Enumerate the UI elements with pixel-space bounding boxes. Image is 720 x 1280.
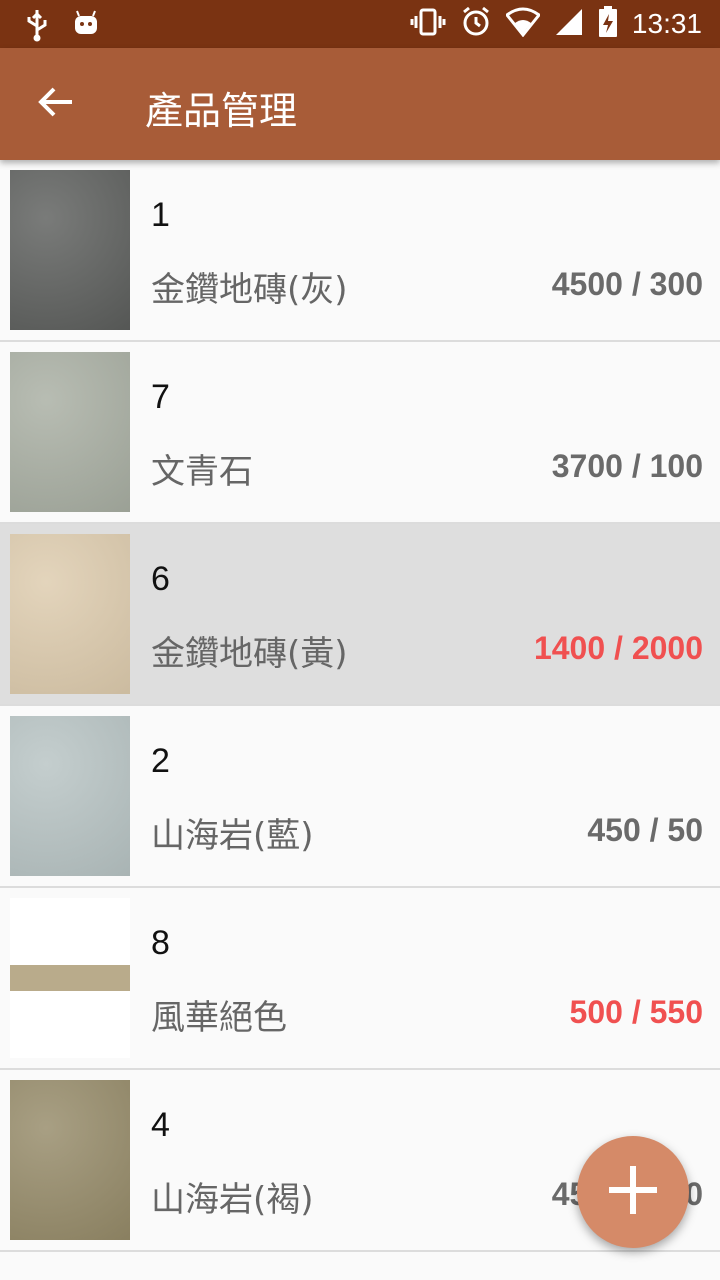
product-thumbnail — [10, 534, 130, 694]
add-product-button[interactable] — [577, 1136, 689, 1248]
product-thumbnail — [10, 898, 130, 1058]
product-name: 山海岩(藍) — [151, 816, 314, 856]
product-list: 1 金鑽地磚(灰) 4500 / 300 7 文青石 3700 / 100 6 … — [0, 160, 720, 1252]
usb-icon — [24, 8, 50, 46]
product-id: 8 — [151, 924, 170, 962]
product-id: 1 — [151, 196, 170, 234]
product-id: 4 — [151, 1106, 170, 1144]
signal-icon — [554, 7, 584, 41]
alarm-icon — [460, 6, 492, 42]
product-quantity: 1400 / 2000 — [533, 630, 703, 666]
product-id: 7 — [151, 378, 170, 416]
product-thumbnail — [10, 1080, 130, 1240]
plus-icon — [605, 1162, 661, 1222]
product-quantity: 450 / 50 — [587, 812, 703, 848]
android-icon — [72, 8, 100, 46]
wifi-icon — [504, 7, 542, 41]
product-quantity: 500 / 550 — [569, 994, 703, 1030]
product-row[interactable]: 7 文青石 3700 / 100 — [0, 342, 720, 524]
page-title: 產品管理 — [145, 89, 298, 133]
battery-charging-icon — [598, 6, 618, 42]
product-name: 風華絕色 — [151, 998, 287, 1038]
product-name: 金鑽地磚(黃) — [151, 634, 348, 674]
back-button[interactable] — [26, 74, 86, 134]
product-thumbnail — [10, 170, 130, 330]
app-bar: 產品管理 — [0, 48, 720, 160]
product-row[interactable]: 1 金鑽地磚(灰) 4500 / 300 — [0, 160, 720, 342]
product-quantity: 4500 / 300 — [551, 266, 703, 302]
product-row[interactable]: 2 山海岩(藍) 450 / 50 — [0, 706, 720, 888]
status-time: 13:31 — [631, 8, 702, 39]
product-name: 文青石 — [151, 452, 253, 492]
vibrate-icon — [410, 6, 446, 42]
arrow-left-icon — [38, 86, 74, 122]
status-bar: 13:31 — [0, 0, 720, 48]
product-thumbnail — [10, 352, 130, 512]
product-thumbnail — [10, 716, 130, 876]
product-id: 2 — [151, 742, 170, 780]
product-row[interactable]: 8 風華絕色 500 / 550 — [0, 888, 720, 1070]
product-row[interactable]: 6 金鑽地磚(黃) 1400 / 2000 — [0, 524, 720, 706]
product-quantity: 3700 / 100 — [551, 448, 703, 484]
product-name: 金鑽地磚(灰) — [151, 270, 348, 310]
product-name: 山海岩(褐) — [151, 1180, 314, 1220]
product-id: 6 — [151, 560, 170, 598]
